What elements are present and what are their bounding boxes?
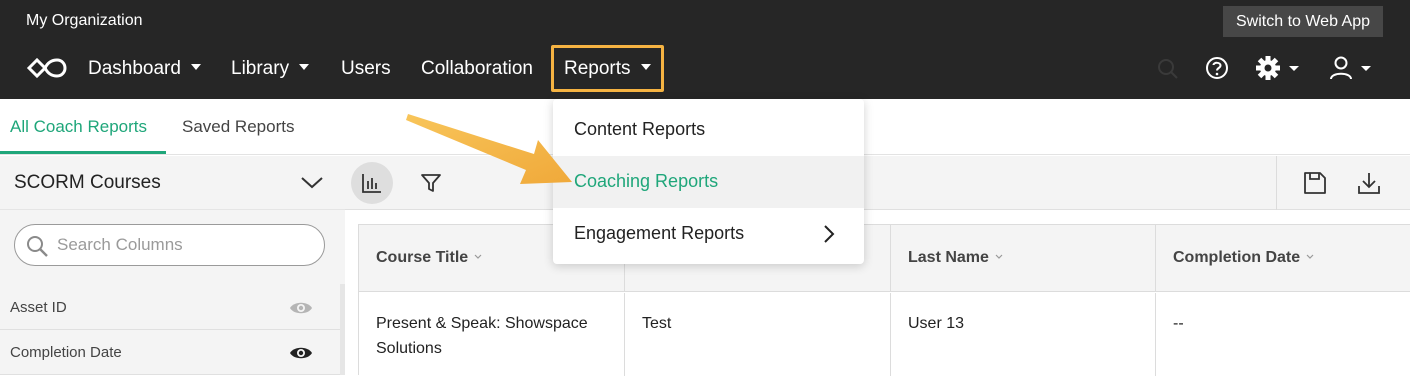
active-tab-indicator [0,151,166,154]
caret-down-icon [299,63,310,70]
user-profile-icon[interactable] [1328,54,1376,82]
column-row-asset-id[interactable]: Asset ID [0,286,340,330]
sort-caret-icon [995,254,1003,259]
column-row-completion-date[interactable]: Completion Date [0,331,340,375]
nav-reports-label: Reports [564,58,631,79]
annotation-arrow-icon [406,114,572,184]
nav-users-label: Users [341,58,391,79]
nav-collaboration-label: Collaboration [421,58,533,79]
cell-course-title: Present & Speak: Showspace Solutions [376,315,588,357]
report-type-title: SCORM Courses [14,172,161,193]
nav-dashboard-label: Dashboard [88,58,181,79]
table-cell: User 13 [891,293,1156,376]
bar-chart-icon [362,174,381,193]
eye-hidden-icon[interactable] [289,300,313,316]
table-cell: -- [1156,293,1410,376]
nav-library[interactable]: Library [231,56,310,82]
columns-panel: SCORM Courses Asset ID Completion Date [0,156,345,375]
columns-scrollbar[interactable] [340,284,345,375]
nav-collaboration[interactable]: Collaboration [421,56,533,82]
search-columns-input[interactable] [57,234,307,256]
menu-item-label: Content Reports [574,119,706,139]
column-label: Completion Date [10,344,122,361]
table-cell: Present & Speak: Showspace Solutions [359,293,625,376]
nav-dashboard[interactable]: Dashboard [88,56,201,82]
nav-users[interactable]: Users [341,56,391,82]
table-cell: Test [625,293,891,376]
column-label: Asset ID [10,299,67,316]
sort-caret-icon [474,254,482,259]
column-header-label: Completion Date [1173,249,1301,266]
column-header-label: Course Title [376,249,469,266]
report-type-selector[interactable]: SCORM Courses [0,156,345,210]
save-icon [1304,172,1326,194]
save-report-button[interactable] [1294,162,1336,204]
caret-down-icon [640,63,651,70]
column-header-last-name[interactable]: Last Name [891,225,1156,292]
menu-item-label: Engagement Reports [574,223,745,243]
organization-name: My Organization [26,12,143,29]
download-report-button[interactable] [1348,162,1390,204]
chevron-right-icon [824,225,835,243]
toolbar-divider [1276,156,1277,210]
search-icon[interactable] [1156,54,1180,82]
reports-dropdown-menu: Content Reports Coaching Reports Engagem… [553,99,864,264]
help-icon[interactable] [1204,54,1230,82]
table-row[interactable]: Present & Speak: Showspace Solutions Tes… [359,293,1410,376]
menu-item-content-reports[interactable]: Content Reports [553,104,864,156]
caret-down-icon [190,63,201,70]
menu-item-label: Coaching Reports [574,171,719,191]
switch-to-web-app-button[interactable]: Switch to Web App [1223,6,1383,37]
chart-view-button[interactable] [351,162,393,204]
report-grid: Course Title Last Name Completion Date P… [358,224,1410,376]
tab-all-coach-reports[interactable]: All Coach Reports [10,117,147,137]
eye-visible-icon[interactable] [289,345,313,361]
column-header-completion-date[interactable]: Completion Date [1156,225,1410,292]
menu-item-engagement-reports[interactable]: Engagement Reports [553,208,864,260]
nav-library-label: Library [231,58,290,79]
tab-saved-reports[interactable]: Saved Reports [182,117,294,137]
cell-completion-date: -- [1173,315,1184,332]
column-header-label: Last Name [908,249,989,266]
app-logo-icon[interactable] [26,56,68,80]
search-icon [27,236,48,257]
search-columns-field[interactable] [14,224,325,266]
grid-header-row: Course Title Last Name Completion Date [359,225,1410,292]
download-icon [1358,173,1380,194]
top-navigation-bar: My Organization Switch to Web App Dashbo… [0,0,1410,99]
menu-item-coaching-reports[interactable]: Coaching Reports [553,156,864,208]
nav-reports[interactable]: Reports [564,56,651,82]
settings-gear-icon[interactable] [1255,54,1305,82]
cell-first-name: Test [642,315,672,332]
chevron-down-icon[interactable] [301,174,323,190]
sort-caret-icon [1306,254,1314,259]
cell-last-name: User 13 [908,315,965,332]
